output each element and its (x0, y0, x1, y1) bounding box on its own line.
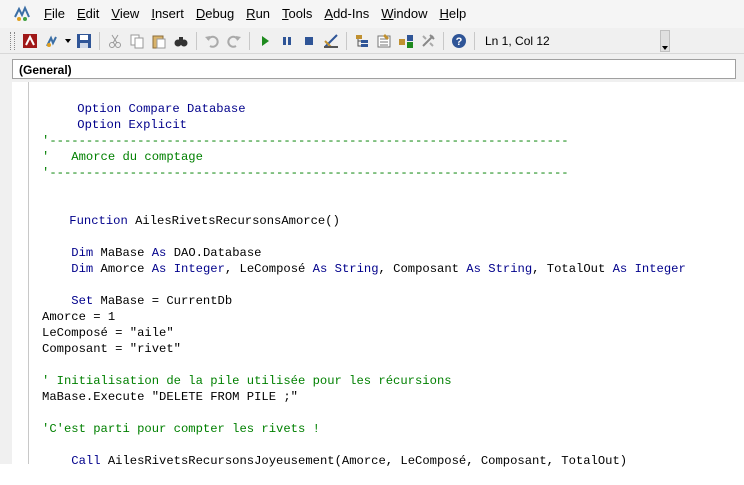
reset-icon[interactable] (299, 31, 319, 51)
code-line-8[interactable]: Dim Amorce As Integer, LeComposé As Stri… (42, 245, 686, 276)
keyword: As (466, 262, 481, 276)
code-line-11[interactable]: LeComposé = "aile" (42, 325, 174, 341)
object-combo-row: (General) (0, 58, 744, 82)
menu-add-ins[interactable]: Add-Ins (318, 0, 375, 28)
code-text: AilesRivetsRecursonsJoyeusement(Amorce, … (100, 454, 628, 468)
keyword: Integer (173, 262, 225, 276)
code-line-6[interactable]: Function AilesRivetsRecursonsAmorce() (40, 197, 340, 228)
keyword: Option (77, 118, 122, 132)
keyword: Database (187, 102, 246, 116)
save-icon[interactable] (74, 31, 94, 51)
view-access-icon[interactable] (20, 31, 40, 51)
code-line-16[interactable]: Call AilesRivetsRecursonsJoyeusement(Amo… (42, 437, 627, 468)
keyword: As (312, 262, 328, 276)
keyword: Function (69, 214, 128, 228)
code-line-9[interactable]: Set MaBase = CurrentDb (42, 277, 232, 308)
menu-help[interactable]: Help (433, 0, 472, 28)
code-text: AilesRivetsRecursonsAmorce() (127, 214, 340, 228)
standard-toolbar: ? Ln 1, Col 12 (0, 28, 744, 54)
code-line-2[interactable]: Option Explicit (48, 101, 187, 132)
chevron-down-icon (662, 46, 668, 50)
toolbar-overflow-button[interactable] (660, 30, 670, 52)
keyword: Explicit (128, 118, 187, 132)
code-text: , TotalOut (532, 262, 613, 276)
code-line-15[interactable]: 'C'est parti pour compter les rivets ! (42, 421, 320, 437)
keyword: As (151, 262, 167, 276)
code-line-3[interactable]: '---------------------------------------… (42, 133, 569, 149)
menu-file-label: File (44, 6, 65, 21)
keyword: As (612, 262, 628, 276)
copy-icon[interactable] (127, 31, 147, 51)
menu-window[interactable]: Window (375, 0, 433, 28)
toolbar-separator (443, 31, 444, 50)
toolbox-icon[interactable] (418, 31, 438, 51)
code-text: Amorce (93, 262, 152, 276)
help-icon[interactable]: ? (449, 31, 469, 51)
keyword: Call (71, 454, 101, 468)
menu-add-ins-label: Add-Ins (324, 6, 370, 21)
menu-window-label: Window (381, 6, 428, 21)
svg-text:?: ? (456, 36, 463, 48)
menu-debug-label: Debug (195, 6, 235, 21)
break-icon[interactable] (277, 31, 297, 51)
object-combo[interactable]: (General) (12, 59, 736, 79)
menu-view-label: View (111, 6, 140, 21)
code-line-4[interactable]: ' Amorce du comptage (42, 149, 203, 165)
code-line-7[interactable]: Dim MaBase As DAO.Database (42, 229, 261, 260)
code-line-5[interactable]: '---------------------------------------… (42, 165, 569, 181)
keyword: String (334, 262, 379, 276)
code-line-14[interactable]: MaBase.Execute "DELETE FROM PILE ;" (42, 389, 298, 405)
menu-tools-label: Tools (282, 6, 313, 21)
cut-icon[interactable] (105, 31, 125, 51)
code-line-12[interactable]: Composant = "rivet" (42, 341, 181, 357)
properties-icon[interactable] (374, 31, 394, 51)
menu-view[interactable]: View (105, 0, 145, 28)
object-combo-value: (General) (19, 63, 72, 77)
vba-app-icon[interactable] (12, 4, 32, 24)
menu-insert-label: Insert (151, 6, 184, 21)
cursor-position: Ln 1, Col 12 (485, 33, 550, 48)
toolbar-separator (249, 31, 250, 50)
toolbar-separator (346, 31, 347, 50)
code-text: MaBase = CurrentDb (93, 294, 233, 308)
insert-module-icon[interactable] (42, 31, 62, 51)
keyword: Dim (71, 262, 94, 276)
toolbar-separator (196, 31, 197, 50)
find-icon[interactable] (171, 31, 191, 51)
code-line-1[interactable]: Option Compare Database (48, 85, 245, 116)
menu-run[interactable]: Run (240, 0, 276, 28)
paste-icon[interactable] (149, 31, 169, 51)
menu-debug[interactable]: Debug (190, 0, 240, 28)
object-browser-icon[interactable] (396, 31, 416, 51)
menu-file[interactable]: File (38, 0, 71, 28)
menu-help-label: Help (439, 6, 467, 21)
run-icon[interactable] (255, 31, 275, 51)
menu-run-label: Run (246, 6, 271, 21)
menu-tools[interactable]: Tools (276, 0, 318, 28)
menu-bar: File Edit View Insert Debug Run Tools Ad… (0, 0, 744, 28)
keyword: Set (71, 294, 94, 308)
menu-edit[interactable]: Edit (71, 0, 105, 28)
code-line-13[interactable]: ' Initialisation de la pile utilisée pou… (42, 373, 452, 389)
toolbar-grip[interactable] (10, 31, 15, 50)
dropdown-arrow-icon[interactable] (64, 31, 72, 51)
project-explorer-icon[interactable] (352, 31, 372, 51)
menu-edit-label: Edit (76, 6, 100, 21)
margin-indicator-bar[interactable] (12, 82, 29, 464)
redo-icon[interactable] (224, 31, 244, 51)
menu-insert[interactable]: Insert (145, 0, 190, 28)
keyword: String (488, 262, 533, 276)
design-mode-icon[interactable] (321, 31, 341, 51)
code-text: , Composant (378, 262, 467, 276)
undo-icon[interactable] (202, 31, 222, 51)
code-line-10[interactable]: Amorce = 1 (42, 309, 115, 325)
keyword: Integer (634, 262, 686, 276)
code-editor[interactable]: Option Compare Database Option Explicit … (0, 82, 744, 468)
toolbar-separator (474, 31, 475, 50)
toolbar-separator (99, 31, 100, 50)
code-text: , LeComposé (224, 262, 313, 276)
